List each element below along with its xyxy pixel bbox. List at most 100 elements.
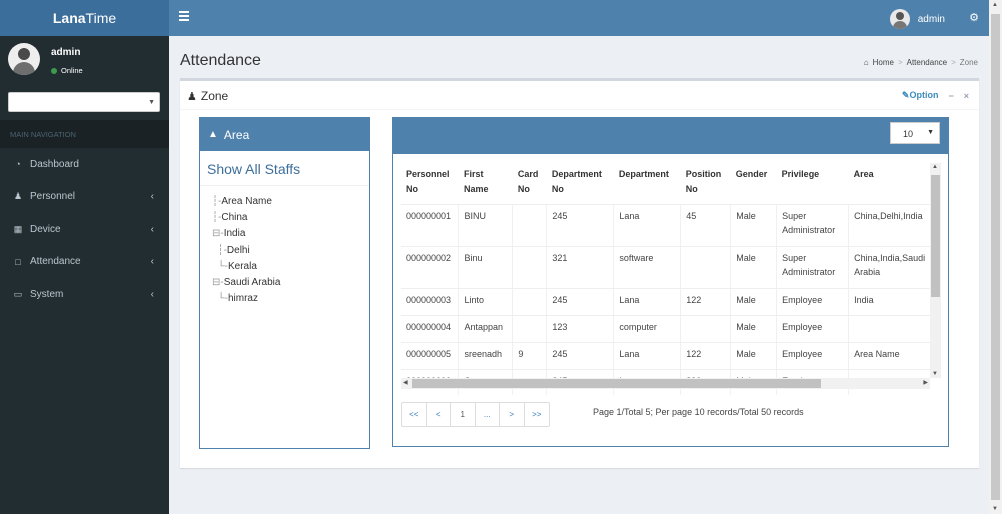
cell: India [848, 288, 941, 316]
option-button[interactable]: ✎Option [902, 90, 939, 101]
users-icon: ♟ [187, 90, 197, 103]
tree-node-china[interactable]: ┆-China [212, 210, 369, 226]
cell: BINU [458, 204, 514, 247]
close-icon[interactable]: × [964, 91, 969, 101]
tree-node-saudi-arabia[interactable]: ⊟-Saudi Arabia [212, 275, 369, 291]
cell: 245 [546, 204, 615, 247]
table-row[interactable]: 000000001 BINU 245 Lana 45 Male Super Ad… [401, 204, 941, 247]
col-area[interactable]: Area [848, 163, 941, 205]
scroll-up-icon[interactable]: ▲ [992, 2, 998, 8]
col-gender[interactable]: Gender [730, 163, 777, 205]
col-privilege[interactable]: Privilege [776, 163, 849, 205]
sidebar-item-personnel[interactable]: ♟ Personnel ‹ [0, 181, 169, 214]
cell: China,Delhi,India [848, 204, 941, 247]
table-vertical-scrollbar[interactable]: ▲ ▼ [930, 163, 941, 378]
page-size-value: 10 [903, 129, 914, 139]
scrollbar-thumb[interactable] [412, 379, 821, 388]
breadcrumb-attendance[interactable]: Attendance [907, 58, 947, 67]
breadcrumb-zone: Zone [959, 58, 978, 67]
scroll-down-icon[interactable]: ▼ [992, 506, 998, 512]
logo-rest: Time [85, 10, 117, 26]
avatar [889, 9, 910, 29]
cell: sreenadh [458, 342, 514, 370]
cell: Antappan [458, 315, 514, 343]
area-header: ▲ Area [200, 118, 369, 151]
col-card-no[interactable]: Card No [512, 163, 547, 205]
sidebar-item-attendance[interactable]: □ Attendance ‹ [0, 246, 169, 279]
tree-node-india[interactable]: ⊟-India [212, 226, 369, 242]
cell [512, 288, 548, 316]
chevron-left-icon: ‹ [150, 288, 154, 300]
logo-bold: Lana [52, 10, 86, 26]
area-title: Area [223, 127, 250, 142]
page-title: Attendance [180, 52, 261, 69]
sidebar-item-device[interactable]: ▦ Device ‹ [0, 213, 169, 246]
col-department[interactable]: Department [613, 163, 681, 205]
dashboard-icon: ◔ [15, 159, 21, 170]
scroll-right-icon[interactable]: ▶ [923, 379, 928, 386]
cell: Lana [613, 288, 682, 316]
breadcrumb-separator: > [951, 58, 956, 67]
scroll-up-icon[interactable]: ▲ [932, 164, 938, 170]
scroll-left-icon[interactable]: ◀ [403, 379, 408, 386]
tree-node-kerala[interactable]: └-Kerala [212, 259, 369, 275]
table-row[interactable]: 000000004 Antappan 123 computer Male Emp… [401, 315, 941, 343]
table-row[interactable]: 000000005 sreenadh 9 245 Lana 122 Male E… [401, 342, 941, 370]
cell: Linto [458, 288, 514, 316]
box-title-text: Zone [200, 89, 229, 103]
first-page-button[interactable]: << [402, 403, 427, 426]
cell: Super Administrator [776, 204, 850, 247]
sidebar-item-system[interactable]: ▭ System ‹ [0, 278, 169, 311]
scroll-down-icon[interactable]: ▼ [932, 371, 938, 377]
tree-node-area-name[interactable]: ┆-Area Name [212, 194, 369, 210]
sidebar-item-dashboard[interactable]: ◔ Dashboard [0, 148, 169, 181]
user-menu[interactable]: admin [889, 9, 945, 29]
caret-down-icon: ▼ [148, 99, 155, 106]
show-all-staffs-link[interactable]: Show All Staffs [200, 151, 369, 186]
col-first-name[interactable]: First Name [458, 163, 513, 205]
staff-table-panel: 10 ▼ Personnel No First Name Card No Dep… [392, 117, 949, 447]
sidebar-user-name: admin [51, 47, 81, 58]
col-personnel-no[interactable]: Personnel No [401, 163, 459, 205]
last-page-button[interactable]: >> [525, 403, 550, 426]
cell [512, 204, 548, 247]
online-dot-icon [51, 67, 57, 74]
sidebar-item-label: System [30, 288, 64, 300]
cogs-icon[interactable]: ⚙ [969, 11, 979, 24]
cell: 9 [512, 342, 548, 370]
sidebar-select[interactable]: ▼ [8, 92, 160, 112]
minimize-icon[interactable]: − [948, 91, 953, 101]
hamburger-icon[interactable] [179, 11, 189, 23]
next-page-button[interactable]: > [500, 403, 525, 426]
page-ellipsis[interactable]: ... [476, 403, 500, 426]
scrollbar-thumb[interactable] [991, 14, 1000, 500]
app-logo[interactable]: Lana Time [0, 0, 169, 36]
col-department-no[interactable]: Department No [546, 163, 614, 205]
breadcrumb-home[interactable]: Home [873, 58, 894, 67]
cell: Lana [613, 342, 682, 370]
cell: Binu [458, 246, 514, 289]
prev-page-button[interactable]: < [427, 403, 451, 426]
tree-node-delhi[interactable]: ┆-Delhi [212, 243, 369, 259]
tree-node-himraz[interactable]: └-himraz [212, 291, 369, 307]
cell: 000000003 [401, 288, 460, 316]
cell: 245 [546, 342, 615, 370]
cell: 245 [546, 288, 615, 316]
cell: 000000002 [401, 246, 460, 289]
page-size-select[interactable]: 10 ▼ [890, 122, 940, 144]
scrollbar-thumb[interactable] [931, 175, 940, 297]
box-title: ♟ Zone [187, 89, 228, 103]
device-icon: ▦ [13, 223, 23, 234]
window-scrollbar[interactable]: ▲ ▼ [989, 0, 1002, 514]
page-1-button[interactable]: 1 [451, 403, 476, 426]
table-row[interactable]: 000000002 Binu 321 software Male Super A… [401, 246, 941, 289]
col-position-no[interactable]: Position No [680, 163, 731, 205]
table-row[interactable]: 000000003 Linto 245 Lana 122 Male Employ… [401, 288, 941, 316]
page-info: Page 1/Total 5; Per page 10 records/Tota… [593, 407, 804, 417]
zone-box: ♟ Zone ✎Option − × ▲ Area Show All Staff… [180, 78, 979, 468]
cell [512, 315, 548, 343]
table-horizontal-scrollbar[interactable]: ◀ ▶ [401, 378, 930, 389]
sidebar: admin Online ▼ MAIN NAVIGATION ◔ Dashboa… [0, 36, 169, 514]
cell: 123 [546, 315, 615, 343]
users-icon: ♟ [13, 191, 23, 202]
